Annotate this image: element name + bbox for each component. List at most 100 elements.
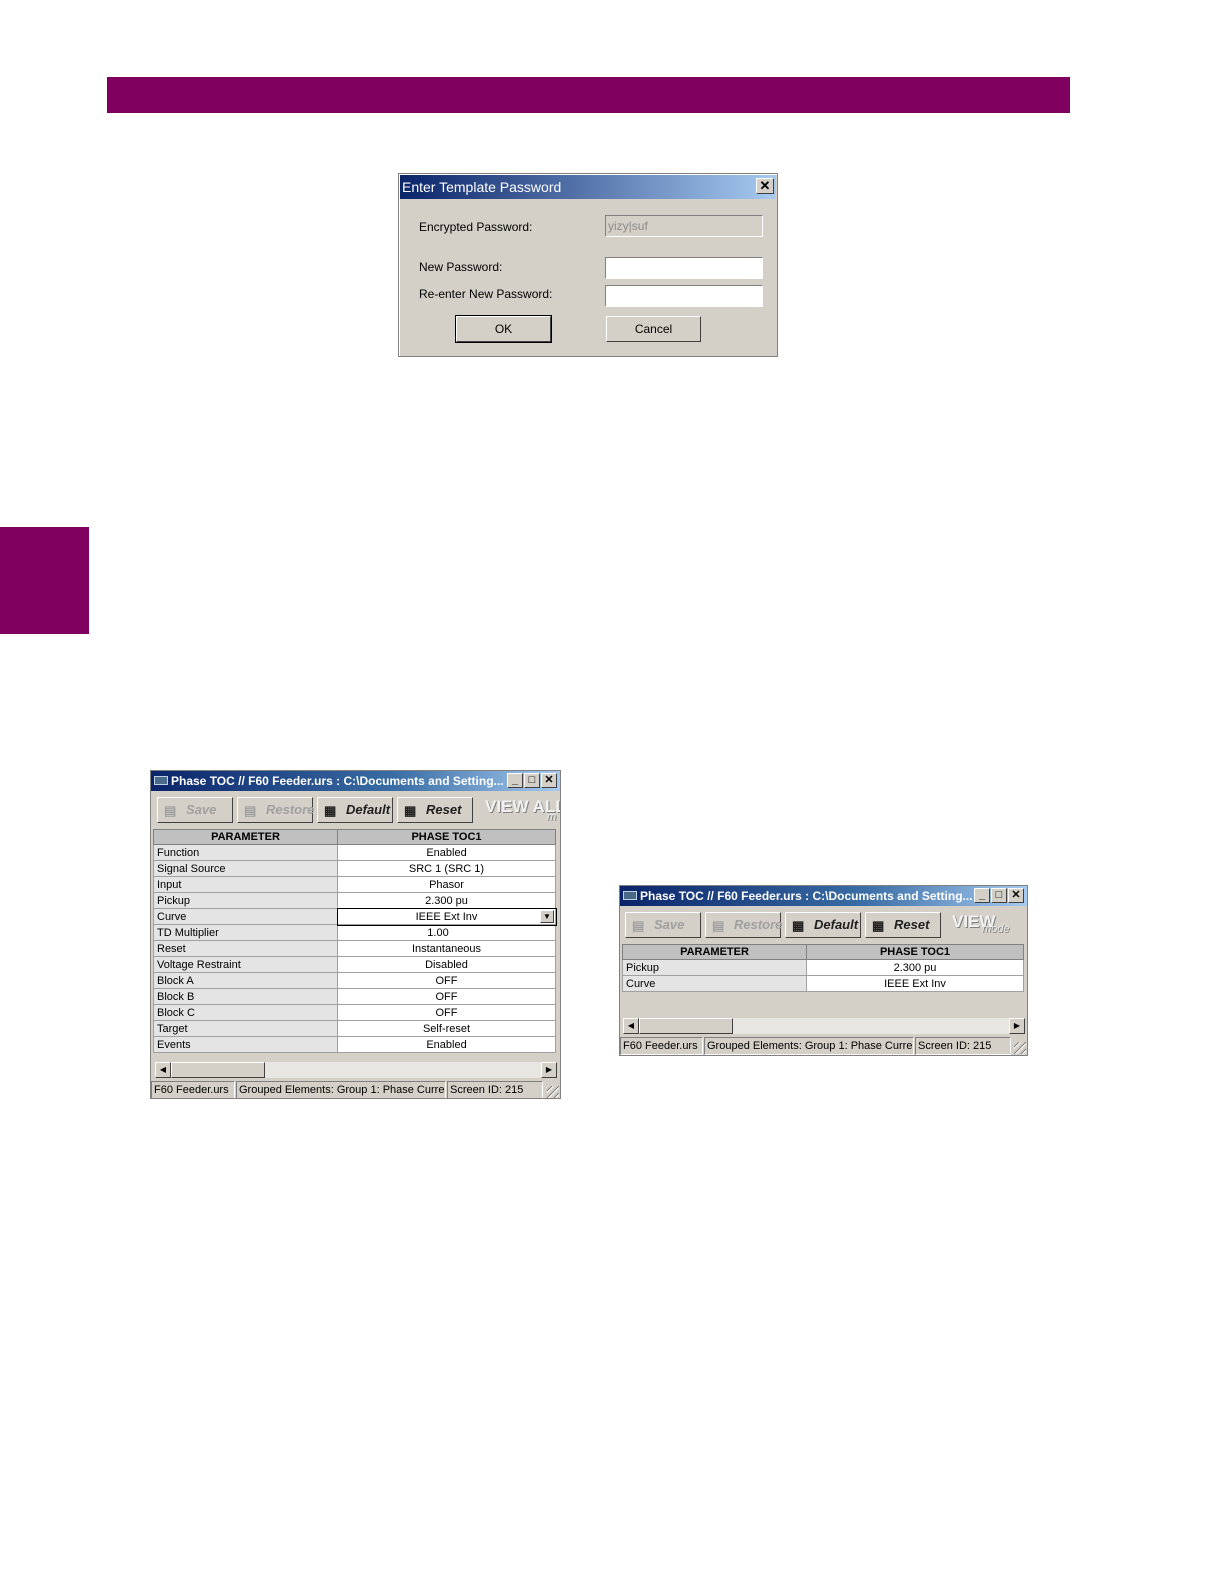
status-bar: F60 Feeder.urs Grouped Elements: Group 1… <box>151 1081 560 1098</box>
param-name: Function <box>153 844 338 861</box>
restore-icon: ▤ <box>712 918 725 933</box>
minimize-icon[interactable]: _ <box>974 888 990 903</box>
column-header-parameter: PARAMETER <box>153 829 338 845</box>
param-name: Events <box>153 1036 338 1053</box>
param-name: Curve <box>153 908 338 925</box>
default-button[interactable]: ▦ Default <box>785 912 861 938</box>
curve-dropdown-value: IEEE Ext Inv <box>415 910 478 923</box>
phase-toc-window-all: Phase TOC // F60 Feeder.urs : C:\Documen… <box>150 770 561 1099</box>
table-row: Reset Instantaneous <box>153 940 556 957</box>
table-row: Voltage Restraint Disabled <box>153 956 556 973</box>
param-value[interactable]: Self-reset <box>337 1020 556 1037</box>
param-name: Pickup <box>153 892 338 909</box>
close-icon[interactable]: ✕ <box>541 773 557 788</box>
default-icon: ▦ <box>792 918 805 933</box>
param-name: Block A <box>153 972 338 989</box>
view-mode-sub: m <box>547 811 557 823</box>
table-row: Events Enabled <box>153 1036 556 1053</box>
table-row: Block C OFF <box>153 1004 556 1021</box>
phase-toc-window-view: Phase TOC // F60 Feeder.urs : C:\Documen… <box>619 885 1028 1056</box>
close-icon[interactable]: ✕ <box>1008 888 1024 903</box>
resize-grip-icon[interactable] <box>547 1086 559 1098</box>
param-value[interactable]: Phasor <box>337 876 556 893</box>
dialog-title: Enter Template Password <box>402 179 562 195</box>
reset-icon: ▦ <box>404 803 417 818</box>
cancel-button[interactable]: Cancel <box>606 316 701 342</box>
default-button[interactable]: ▦ Default <box>317 797 393 823</box>
scrollbar-thumb[interactable] <box>171 1062 265 1078</box>
column-header-parameter: PARAMETER <box>622 944 807 960</box>
status-group: Grouped Elements: Group 1: Phase Currer <box>236 1081 446 1098</box>
param-value[interactable]: Instantaneous <box>337 940 556 957</box>
save-icon: ▤ <box>164 803 177 818</box>
close-icon[interactable]: ✕ <box>756 178 774 194</box>
chevron-down-icon[interactable]: ▼ <box>540 910 554 923</box>
horizontal-scrollbar[interactable]: ◀ ▶ <box>155 1062 557 1078</box>
table-row: Signal Source SRC 1 (SRC 1) <box>153 860 556 877</box>
table-row: Curve IEEE Ext Inv ▼ <box>153 907 557 926</box>
maximize-icon[interactable]: □ <box>991 888 1007 903</box>
save-icon: ▤ <box>632 918 645 933</box>
window-title-bar: Phase TOC // F60 Feeder.urs : C:\Documen… <box>620 886 1027 906</box>
param-name: Input <box>153 876 338 893</box>
param-name: Signal Source <box>153 860 338 877</box>
scroll-right-icon[interactable]: ▶ <box>541 1062 557 1078</box>
window-app-icon <box>623 891 637 900</box>
page-header-bar <box>107 77 1070 113</box>
param-name: Block C <box>153 1004 338 1021</box>
table-row: Input Phasor <box>153 876 556 893</box>
save-button[interactable]: ▤ Save <box>625 912 701 938</box>
curve-dropdown[interactable]: IEEE Ext Inv ▼ <box>336 907 557 926</box>
status-file: F60 Feeder.urs <box>620 1037 703 1055</box>
status-screen-id: Screen ID: 215 <box>915 1037 1011 1055</box>
window-title: Phase TOC // F60 Feeder.urs : C:\Documen… <box>171 774 504 788</box>
template-password-dialog: Enter Template Password ✕ Encrypted Pass… <box>398 173 778 357</box>
param-value[interactable]: OFF <box>337 988 556 1005</box>
scroll-left-icon[interactable]: ◀ <box>623 1018 639 1034</box>
param-value[interactable]: 1.00 <box>337 924 556 941</box>
resize-grip-icon[interactable] <box>1014 1042 1026 1054</box>
reenter-password-label: Re-enter New Password: <box>419 287 553 301</box>
encrypted-password-field <box>605 215 763 237</box>
settings-table: PARAMETER PHASE TOC1 Function Enabled Sig… <box>153 829 557 1053</box>
param-value[interactable]: 2.300 pu <box>806 959 1024 976</box>
status-file: F60 Feeder.urs <box>151 1081 235 1098</box>
param-value[interactable]: Disabled <box>337 956 556 973</box>
param-value[interactable]: OFF <box>337 1004 556 1021</box>
window-title: Phase TOC // F60 Feeder.urs : C:\Documen… <box>640 889 973 903</box>
restore-icon: ▤ <box>244 803 257 818</box>
new-password-field[interactable] <box>605 257 763 279</box>
reenter-password-field[interactable] <box>605 285 763 307</box>
dialog-title-bar: Enter Template Password <box>400 175 776 199</box>
param-name: Block B <box>153 988 338 1005</box>
table-row: Target Self-reset <box>153 1020 556 1037</box>
param-value[interactable]: IEEE Ext Inv <box>806 975 1024 992</box>
param-value[interactable]: Enabled <box>337 1036 556 1053</box>
default-icon: ▦ <box>324 803 337 818</box>
reset-button[interactable]: ▦ Reset <box>865 912 941 938</box>
scrollbar-thumb[interactable] <box>639 1018 733 1034</box>
horizontal-scrollbar[interactable]: ◀ ▶ <box>623 1018 1025 1034</box>
param-value[interactable]: OFF <box>337 972 556 989</box>
minimize-icon[interactable]: _ <box>507 773 523 788</box>
status-screen-id: Screen ID: 215 <box>447 1081 543 1098</box>
save-button[interactable]: ▤ Save <box>157 797 233 823</box>
param-value[interactable]: Enabled <box>337 844 556 861</box>
encrypted-password-label: Encrypted Password: <box>419 220 533 234</box>
table-row: Pickup 2.300 pu <box>622 959 1024 976</box>
restore-button[interactable]: ▤ Restore <box>705 912 782 938</box>
restore-button[interactable]: ▤ Restore <box>237 797 314 823</box>
param-value[interactable]: SRC 1 (SRC 1) <box>337 860 556 877</box>
scroll-left-icon[interactable]: ◀ <box>155 1062 171 1078</box>
column-header-phase-toc1: PHASE TOC1 <box>806 944 1024 960</box>
scroll-right-icon[interactable]: ▶ <box>1009 1018 1025 1034</box>
column-header-phase-toc1: PHASE TOC1 <box>337 829 556 845</box>
chapter-side-tab <box>0 527 89 634</box>
window-app-icon <box>154 776 168 785</box>
ok-button[interactable]: OK <box>455 315 552 343</box>
param-name: Voltage Restraint <box>153 956 338 973</box>
maximize-icon[interactable]: □ <box>524 773 540 788</box>
param-name: TD Multiplier <box>153 924 338 941</box>
reset-button[interactable]: ▦ Reset <box>397 797 473 823</box>
param-value[interactable]: 2.300 pu <box>337 892 556 909</box>
